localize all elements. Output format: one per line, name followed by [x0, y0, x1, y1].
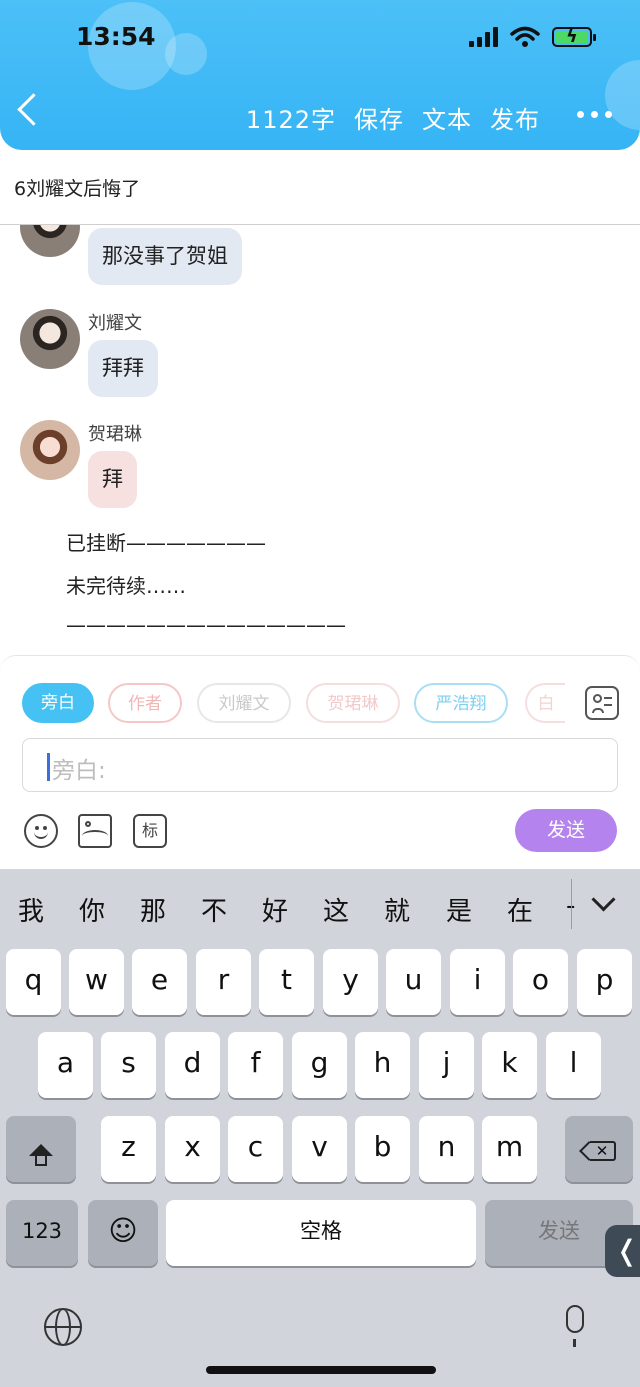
avatar[interactable] [20, 420, 80, 480]
message-bubble[interactable]: 那没事了贺姐 [88, 228, 242, 285]
chat-area[interactable]: 那没事了贺姐 刘耀文 拜拜 贺珺琳 拜 已挂断——————— 未完待续…… ——… [0, 225, 640, 655]
chip-he-junlin[interactable]: 贺珺琳 [306, 683, 400, 723]
narration-line: 已挂断——————— [66, 531, 266, 555]
message-bubble[interactable]: 拜 [88, 451, 137, 508]
chip-more[interactable]: 白 [525, 683, 565, 723]
emoji-keyboard-icon: ☺ [108, 1214, 138, 1247]
more-icon[interactable] [577, 111, 612, 118]
text-button[interactable]: 文本 [422, 100, 472, 135]
signal-icon [469, 27, 498, 47]
candidate-bar: 我 你 那 不 好 这 就 是 在 - [0, 869, 640, 947]
key-a[interactable]: a [38, 1032, 93, 1098]
candidate-word[interactable]: 是 [446, 891, 472, 928]
candidate-word[interactable]: 就 [384, 891, 410, 928]
candidate-word[interactable]: 我 [18, 891, 44, 928]
avatar[interactable] [20, 225, 80, 257]
key-t[interactable]: t [259, 949, 314, 1015]
backspace-icon: ✕ [590, 1141, 616, 1161]
publish-button[interactable]: 发布 [490, 100, 540, 135]
numbers-key[interactable]: 123 [6, 1200, 78, 1266]
chip-narrator[interactable]: 旁白 [22, 683, 94, 723]
text-caret [47, 753, 50, 781]
candidate-word[interactable]: 在 [507, 891, 533, 928]
battery-icon: ϟ [552, 27, 596, 47]
speaker-name: 刘耀文 [88, 313, 142, 334]
delete-key[interactable]: ✕ [565, 1116, 633, 1182]
shift-key[interactable] [6, 1116, 76, 1182]
candidate-word[interactable]: 不 [201, 891, 227, 928]
decoration-bubble [165, 33, 207, 75]
status-time: 13:54 [76, 22, 156, 51]
narration-line: —————————————— [66, 613, 346, 637]
candidate-separator [571, 879, 572, 929]
speaker-name: 贺珺琳 [88, 424, 142, 445]
key-q[interactable]: q [6, 949, 61, 1015]
decoration-bubble [605, 60, 640, 130]
candidate-word[interactable]: 这 [323, 891, 349, 928]
shift-icon [29, 1144, 53, 1166]
candidate-word[interactable]: 那 [140, 891, 166, 928]
key-b[interactable]: b [355, 1116, 410, 1182]
key-x[interactable]: x [165, 1116, 220, 1182]
key-h[interactable]: h [355, 1032, 410, 1098]
key-v[interactable]: v [292, 1116, 347, 1182]
side-tab[interactable]: ❬ [605, 1225, 640, 1277]
key-f[interactable]: f [228, 1032, 283, 1098]
key-u[interactable]: u [386, 949, 441, 1015]
chip-liu-yaowen[interactable]: 刘耀文 [197, 683, 291, 723]
input-placeholder: 旁白: [52, 758, 106, 784]
avatar[interactable] [20, 309, 80, 369]
key-d[interactable]: d [165, 1032, 220, 1098]
key-s[interactable]: s [101, 1032, 156, 1098]
app-header: 13:54 ϟ 1122字 保存 文本 发布 [0, 0, 640, 150]
status-icons: ϟ [469, 26, 596, 48]
home-indicator [206, 1366, 436, 1374]
emoji-icon[interactable] [24, 814, 58, 848]
send-button[interactable]: 发送 [515, 809, 617, 852]
back-icon[interactable] [17, 93, 50, 126]
emoji-key[interactable]: ☺ [88, 1200, 158, 1266]
space-key[interactable]: 空格 [166, 1200, 476, 1266]
key-i[interactable]: i [450, 949, 505, 1015]
chapter-title: 6刘耀文后悔了 [14, 178, 141, 200]
editor-panel: 旁白 作者 刘耀文 贺珺琳 严浩翔 白 旁白: 标 发送 [0, 655, 640, 870]
key-w[interactable]: w [69, 949, 124, 1015]
globe-icon[interactable] [44, 1308, 82, 1346]
key-m[interactable]: m [482, 1116, 537, 1182]
header-actions: 1122字 保存 文本 发布 [246, 100, 540, 135]
microphone-icon[interactable] [566, 1305, 584, 1347]
save-button[interactable]: 保存 [354, 100, 404, 135]
key-o[interactable]: o [513, 949, 568, 1015]
chip-yan-haoxiang[interactable]: 严浩翔 [414, 683, 508, 723]
word-count: 1122字 [245, 106, 336, 134]
candidate-word[interactable]: 好 [262, 891, 288, 928]
key-p[interactable]: p [577, 949, 632, 1015]
tag-button[interactable]: 标 [133, 814, 167, 848]
key-g[interactable]: g [292, 1032, 347, 1098]
chip-author[interactable]: 作者 [108, 683, 182, 723]
key-y[interactable]: y [323, 949, 378, 1015]
image-icon[interactable] [78, 814, 112, 848]
contact-card-icon[interactable] [585, 686, 619, 720]
key-e[interactable]: e [132, 949, 187, 1015]
wifi-icon [510, 26, 540, 47]
narration-line: 未完待续…… [66, 574, 186, 598]
key-c[interactable]: c [228, 1116, 283, 1182]
key-j[interactable]: j [419, 1032, 474, 1098]
message-bubble[interactable]: 拜拜 [88, 340, 158, 397]
key-l[interactable]: l [546, 1032, 601, 1098]
key-k[interactable]: k [482, 1032, 537, 1098]
narration-input[interactable]: 旁白: [22, 738, 618, 792]
key-z[interactable]: z [101, 1116, 156, 1182]
key-r[interactable]: r [196, 949, 251, 1015]
key-n[interactable]: n [419, 1116, 474, 1182]
keyboard: 我 你 那 不 好 这 就 是 在 - q w e r t y u i o p … [0, 869, 640, 1387]
chevron-down-icon[interactable] [591, 887, 616, 912]
candidate-word[interactable]: 你 [79, 891, 105, 928]
